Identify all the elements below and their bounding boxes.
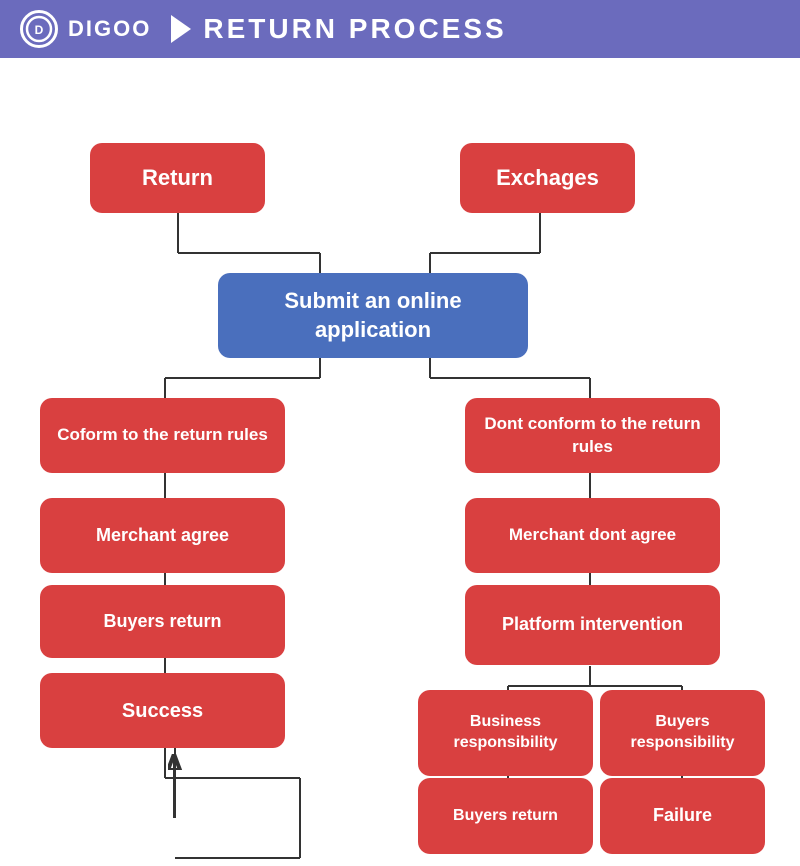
logo-text: DIGOO bbox=[68, 16, 151, 42]
header: D DIGOO RETURN PROCESS bbox=[0, 0, 800, 58]
exchanges-node: Exchages bbox=[460, 143, 635, 213]
buyers-return-right-node: Buyers return bbox=[418, 778, 593, 854]
dont-conform-node: Dont conform to the return rules bbox=[465, 398, 720, 473]
logo-icon: D bbox=[20, 10, 58, 48]
success-node: Success bbox=[40, 673, 285, 748]
svg-text:D: D bbox=[35, 23, 44, 37]
header-title: RETURN PROCESS bbox=[171, 13, 506, 45]
merchant-dont-node: Merchant dont agree bbox=[465, 498, 720, 573]
title-text: RETURN PROCESS bbox=[203, 13, 506, 45]
business-resp-node: Business responsibility bbox=[418, 690, 593, 776]
play-icon bbox=[171, 15, 191, 43]
submit-node: Submit an online application bbox=[218, 273, 528, 358]
buyers-return-left-node: Buyers return bbox=[40, 585, 285, 658]
return-node: Return bbox=[90, 143, 265, 213]
merchant-agree-node: Merchant agree bbox=[40, 498, 285, 573]
flowchart: Return Exchages Submit an online applica… bbox=[0, 58, 800, 866]
platform-node: Platform intervention bbox=[465, 585, 720, 665]
failure-node: Failure bbox=[600, 778, 765, 854]
conform-node: Coform to the return rules bbox=[40, 398, 285, 473]
buyers-resp-node: Buyers responsibility bbox=[600, 690, 765, 776]
